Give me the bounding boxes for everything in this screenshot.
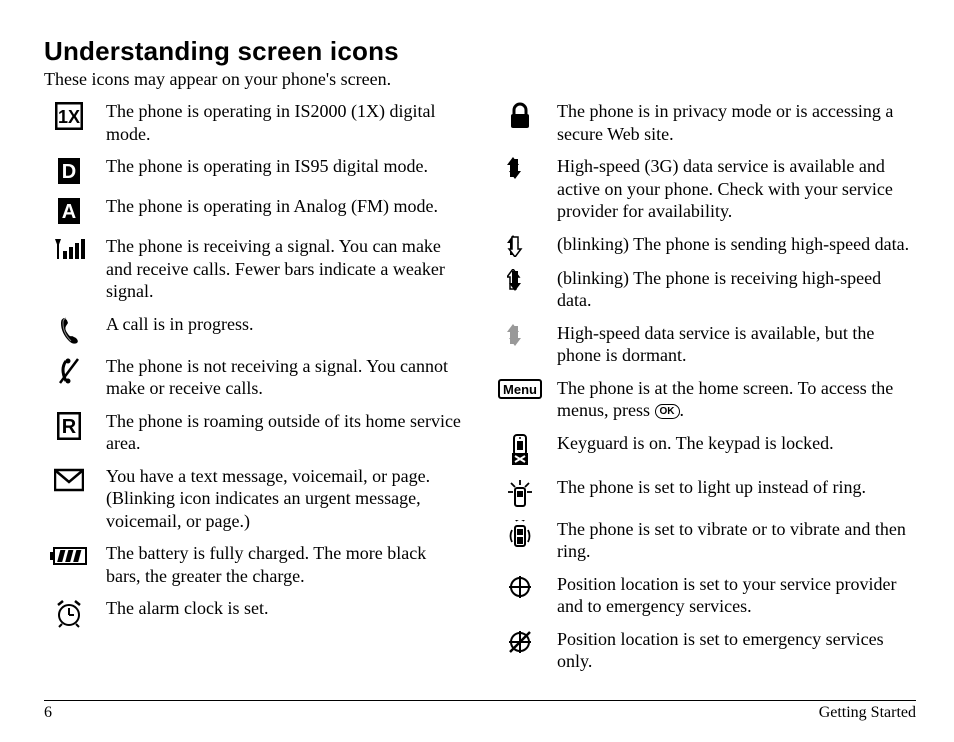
page: Understanding screen icons These icons m… [0,0,954,742]
3g-icon [507,157,533,179]
ok-icon: OK [655,404,680,419]
menu-desc-after: . [680,400,685,420]
lock-icon [508,102,532,130]
entry-desc: (blinking) The phone is sending high-spe… [557,233,916,256]
alarm-icon [55,599,83,629]
entry-desc: The phone is operating in IS2000 (1X) di… [106,100,465,145]
page-footer: 6 Getting Started [44,700,916,722]
right-column: The phone is in privacy mode or is acces… [495,100,916,683]
d-icon [57,157,81,185]
section-name: Getting Started [819,704,916,722]
a-icon [57,197,81,225]
call-icon [57,315,81,345]
message-icon [54,467,84,493]
menu-desc-before: The phone is at the home screen. To acce… [557,378,893,421]
entry-desc: You have a text message, voicemail, or p… [106,465,465,533]
signal-icon [52,237,86,261]
location-emerg-icon [508,630,532,654]
entry-desc: A call is in progress. [106,313,465,336]
keyguard-icon [510,434,530,466]
page-number: 6 [44,704,52,722]
entry-desc: Position location is set to emergency se… [557,628,916,673]
entry-desc: The phone is set to light up instead of … [557,476,916,499]
entry-desc: The phone is set to vibrate or to vibrat… [557,518,916,563]
entry-desc: The phone is at the home screen. To acce… [557,377,916,422]
send-data-icon [507,235,533,257]
entry-desc: The phone is operating in Analog (FM) mo… [106,195,465,218]
battery-icon [50,544,88,568]
entry-desc: The phone is not receiving a signal. You… [106,355,465,400]
no-signal-icon [58,357,80,385]
entry-desc: The battery is fully charged. The more b… [106,542,465,587]
light-ring-icon [506,478,534,508]
r-icon [57,412,81,440]
entry-desc: The phone is in privacy mode or is acces… [557,100,916,145]
page-title: Understanding screen icons [44,36,916,67]
entry-desc: The alarm clock is set. [106,597,465,620]
entry-desc: High-speed (3G) data service is availabl… [557,155,916,223]
vibrate-icon [507,520,533,550]
1x-icon [55,102,83,130]
entry-desc: The phone is operating in IS95 digital m… [106,155,465,178]
recv-data-icon [507,269,533,291]
intro-text: These icons may appear on your phone's s… [44,69,916,90]
menu-icon [498,379,542,399]
entry-desc: (blinking) The phone is receiving high-s… [557,267,916,312]
entry-desc: The phone is receiving a signal. You can… [106,235,465,303]
left-column: The phone is operating in IS2000 (1X) di… [44,100,465,683]
entry-desc: Position location is set to your service… [557,573,916,618]
dormant-data-icon [507,324,533,346]
entry-desc: Keyguard is on. The keypad is locked. [557,432,916,455]
entry-desc: The phone is roaming outside of its home… [106,410,465,455]
location-full-icon [508,575,532,599]
entry-desc: High-speed data service is available, bu… [557,322,916,367]
